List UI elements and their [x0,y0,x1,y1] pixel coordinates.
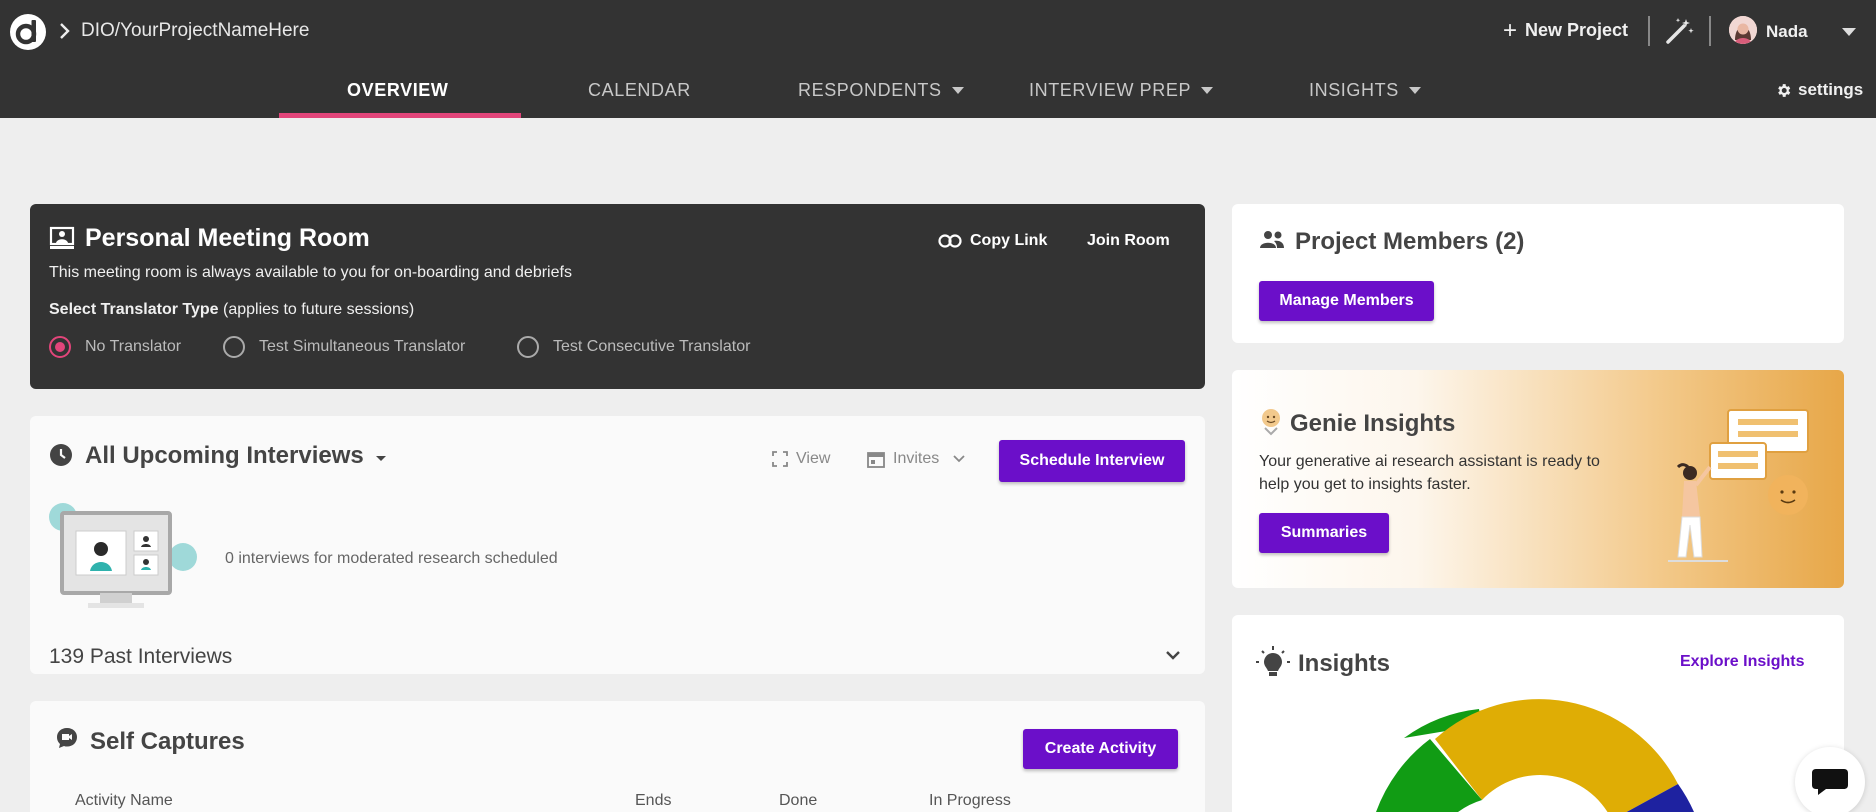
chevron-down-icon[interactable] [1165,650,1181,662]
link-icon [938,234,962,248]
radio-label: Test Consecutive Translator [553,338,751,355]
meeting-room-title: Personal Meeting Room [85,224,370,252]
tab-label: RESPONDENTS [798,80,942,100]
tab-calendar[interactable]: CALENDAR [588,80,691,101]
manage-members-label: Manage Members [1279,292,1414,309]
radio-no-translator[interactable]: No Translator [49,336,181,358]
top-bar: DIO/YourProjectNameHere + New Project Na… [0,0,1876,118]
tab-label: OVERVIEW [347,80,449,100]
genie-description-line: help you get to insights faster. [1259,476,1471,493]
genie-description-line: Your generative ai research assistant is… [1259,453,1600,470]
summaries-label: Summaries [1280,524,1368,541]
calendar-icon [867,452,885,468]
chevron-down-icon [953,455,965,463]
active-tab-indicator [279,113,521,118]
project-members-card: Project Members (2) Manage Members [1232,204,1844,343]
genie-icon [1262,409,1280,436]
self-captures-title: Self Captures [90,728,245,755]
past-interviews-label[interactable]: 139 Past Interviews [49,645,232,669]
genie-insights-card: Genie Insights Your generative ai resear… [1232,370,1844,588]
radio-label: Test Simultaneous Translator [259,338,466,355]
caret-down-icon [1408,87,1421,94]
radio-simultaneous-translator[interactable]: Test Simultaneous Translator [223,336,465,358]
upcoming-interviews-card: All Upcoming Interviews View Invites Sch… [30,416,1205,674]
app-logo[interactable] [10,14,46,50]
project-members-title: Project Members (2) [1295,228,1525,255]
schedule-interview-button[interactable]: Schedule Interview [999,440,1185,482]
divider [1709,16,1711,46]
summaries-button[interactable]: Summaries [1259,513,1389,553]
radio-label: No Translator [85,338,182,355]
chevron-right-icon [60,23,70,39]
insights-donut-chart [1376,699,1694,812]
genie-illustration [1668,409,1809,562]
column-header-done[interactable]: Done [779,792,817,810]
tab-interview-prep[interactable]: INTERVIEW PREP [1029,80,1214,101]
column-header-in-progress[interactable]: In Progress [929,792,1011,810]
chat-widget-button[interactable] [1795,747,1865,812]
tab-label: INTERVIEW PREP [1029,80,1192,100]
copy-link-label: Copy Link [970,232,1048,249]
tab-label: CALENDAR [588,80,691,100]
radio-consecutive-translator[interactable]: Test Consecutive Translator [517,336,750,358]
empty-interviews-illustration [49,503,197,608]
schedule-interview-label: Schedule Interview [1019,452,1165,469]
translator-select-label: Select Translator Type (applies to futur… [49,301,414,319]
create-activity-button[interactable]: Create Activity [1023,729,1178,769]
join-room-label: Join Room [1087,232,1170,249]
column-header-ends[interactable]: Ends [635,792,671,810]
meeting-room-card: Personal Meeting Room This meeting room … [30,204,1205,389]
meeting-room-description: This meeting room is always available to… [49,264,572,281]
create-activity-label: Create Activity [1044,740,1157,757]
translator-select-heading: Select Translator Type [49,301,219,318]
join-room-button[interactable]: Join Room [1087,232,1170,250]
tab-overview[interactable]: OVERVIEW [347,80,449,101]
invites-dropdown[interactable]: Invites [867,450,965,468]
column-header-activity-name[interactable]: Activity Name [75,792,173,810]
upcoming-interviews-title-text: All Upcoming Interviews [85,442,364,469]
video-chat-icon [57,728,77,748]
chat-icon [1812,769,1848,795]
caret-down-icon [951,87,964,94]
manage-members-button[interactable]: Manage Members [1259,281,1434,321]
view-label: View [796,450,831,467]
magic-wand-icon[interactable] [1664,16,1694,46]
self-captures-card: Self Captures Create Activity Activity N… [30,701,1205,812]
view-button[interactable]: View [772,450,830,468]
invites-label: Invites [893,450,940,467]
genie-insights-description: Your generative ai research assistant is… [1259,450,1600,496]
caret-down-icon [376,456,387,461]
genie-insights-title: Genie Insights [1290,410,1456,437]
caret-down-icon [1201,87,1214,94]
radio-selected-icon [49,336,71,358]
chevron-down-icon[interactable] [1842,28,1856,36]
tab-respondents[interactable]: RESPONDENTS [798,80,964,101]
settings-button[interactable]: settings [1775,80,1863,100]
gear-icon [1778,83,1791,97]
people-icon [1260,231,1284,248]
user-name[interactable]: Nada [1766,22,1808,42]
avatar[interactable] [1729,16,1757,44]
presentation-icon [49,226,75,249]
upcoming-interviews-title[interactable]: All Upcoming Interviews [85,442,388,470]
clock-icon [50,444,72,466]
tab-insights[interactable]: INSIGHTS [1309,80,1421,101]
plus-icon: + [1503,16,1518,44]
radio-unselected-icon [223,336,245,358]
settings-label: settings [1798,80,1864,99]
copy-link-button[interactable]: Copy Link [938,232,1047,250]
new-project-label: New Project [1525,20,1629,40]
radio-unselected-icon [517,336,539,358]
translator-select-note: (applies to future sessions) [223,301,415,318]
insights-card: Insights Explore Insights [1232,615,1844,812]
project-breadcrumb[interactable]: DIO/YourProjectNameHere [81,20,309,42]
tab-label: INSIGHTS [1309,80,1399,100]
new-project-button[interactable]: + New Project [1503,16,1629,44]
empty-interviews-text: 0 interviews for moderated research sche… [225,550,558,567]
divider [1648,16,1650,46]
expand-icon [772,451,788,467]
